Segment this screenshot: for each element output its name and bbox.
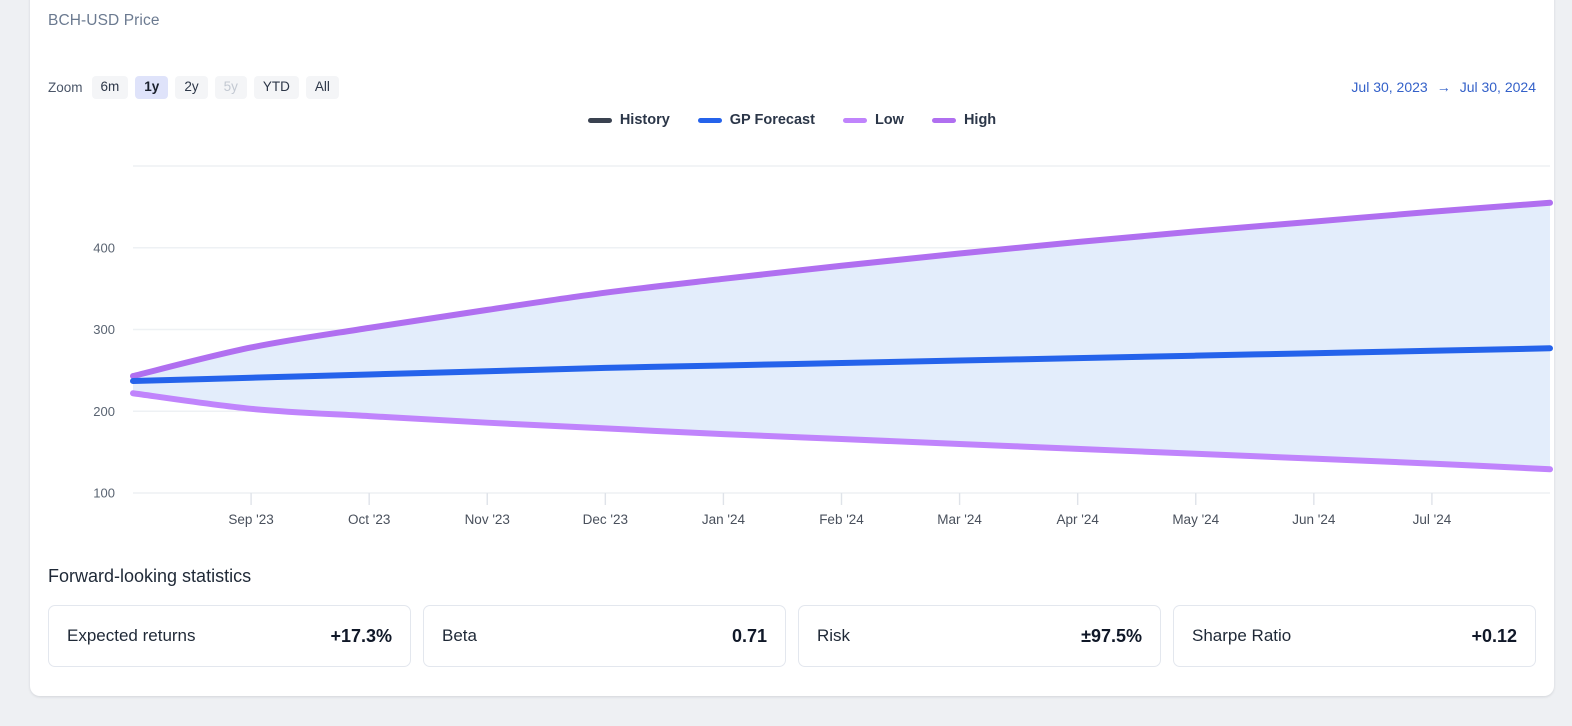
legend-label-high: High — [963, 112, 997, 128]
legend-item-gp-forecast[interactable]: GP Forecast — [697, 112, 815, 128]
zoom-button-6m[interactable]: 6m — [91, 76, 129, 99]
legend-item-history[interactable]: History — [587, 112, 670, 128]
stat-value-expected-returns: +17.3% — [330, 625, 392, 646]
svg-text:Oct '23: Oct '23 — [348, 512, 390, 527]
svg-text:Apr '24: Apr '24 — [1056, 512, 1099, 527]
zoom-button-group: Zoom 6m 1y 2y 5y YTD All — [48, 76, 339, 99]
svg-text:Dec '23: Dec '23 — [583, 512, 628, 527]
page-title: BCH-USD Price — [48, 12, 160, 29]
x-axis-ticks: Sep '23 Oct '23 Nov '23 Dec '23 Jan '24 Feb '… — [228, 493, 1452, 527]
svg-text:Jul '24: Jul '24 — [1413, 512, 1452, 527]
price-forecast-chart[interactable]: 100 200 300 400 Sep '23 Oct '23 Nov '23 Dec '2… — [30, 141, 1554, 551]
svg-text:Jan '24: Jan '24 — [702, 512, 746, 527]
svg-text:Nov '23: Nov '23 — [465, 512, 510, 527]
svg-text:100: 100 — [93, 486, 115, 501]
stats-heading: Forward-looking statistics — [48, 566, 252, 586]
legend-item-low[interactable]: Low — [842, 112, 904, 128]
stats-card-row: Expected returns +17.3% Beta 0.71 Risk ±… — [48, 605, 1536, 667]
confidence-band — [133, 202, 1550, 470]
range-toolbar: Zoom 6m 1y 2y 5y YTD All Jul 30, 2023 → Ju… — [48, 76, 1536, 102]
zoom-label: Zoom — [48, 79, 83, 95]
zoom-button-1y[interactable]: 1y — [135, 76, 169, 99]
date-range-end[interactable]: Jul 30, 2024 — [1460, 79, 1536, 95]
stat-card-risk[interactable]: Risk ±97.5% — [798, 605, 1161, 667]
legend-swatch-high — [931, 117, 956, 123]
svg-text:Mar '24: Mar '24 — [937, 512, 982, 527]
legend-swatch-gp-forecast — [697, 117, 722, 123]
svg-text:May '24: May '24 — [1172, 512, 1219, 527]
svg-text:Feb '24: Feb '24 — [819, 512, 864, 527]
stat-label-risk: Risk — [817, 626, 851, 645]
stat-label-beta: Beta — [442, 626, 477, 645]
stat-card-expected-returns[interactable]: Expected returns +17.3% — [48, 605, 411, 667]
y-axis-ticks: 100 200 300 400 — [93, 240, 115, 500]
legend-item-high[interactable]: High — [931, 112, 997, 128]
zoom-button-ytd[interactable]: YTD — [253, 76, 299, 99]
legend-label-low: Low — [874, 112, 904, 128]
svg-text:Jun '24: Jun '24 — [1292, 512, 1336, 527]
chart-svg: 100 200 300 400 Sep '23 Oct '23 Nov '23 Dec '2… — [93, 165, 1553, 527]
stat-card-beta[interactable]: Beta 0.71 — [423, 605, 786, 667]
forecast-panel: BCH-USD Price Zoom 6m 1y 2y 5y YTD All J… — [30, 0, 1554, 696]
date-range-start[interactable]: Jul 30, 2023 — [1351, 79, 1427, 95]
svg-text:Sep '23: Sep '23 — [228, 512, 273, 527]
zoom-button-all[interactable]: All — [305, 76, 339, 99]
date-range: Jul 30, 2023 → Jul 30, 2024 — [1351, 79, 1536, 95]
svg-text:400: 400 — [93, 240, 115, 255]
date-range-arrow-icon: → — [1436, 79, 1451, 95]
stat-value-sharpe-ratio: +0.12 — [1471, 625, 1517, 646]
svg-text:200: 200 — [93, 404, 115, 419]
stat-value-risk: ±97.5% — [1081, 625, 1142, 646]
legend-label-history: History — [619, 112, 670, 128]
stat-label-expected-returns: Expected returns — [67, 626, 196, 645]
svg-text:300: 300 — [93, 322, 115, 337]
chart-legend: History GP Forecast Low High — [30, 112, 1554, 128]
legend-label-gp-forecast: GP Forecast — [729, 112, 815, 128]
stat-value-beta: 0.71 — [731, 625, 767, 646]
zoom-button-2y[interactable]: 2y — [175, 76, 208, 99]
legend-swatch-low — [842, 117, 867, 123]
zoom-button-5y: 5y — [214, 76, 247, 99]
stat-card-sharpe-ratio[interactable]: Sharpe Ratio +0.12 — [1173, 605, 1536, 667]
legend-swatch-history — [587, 117, 612, 123]
stat-label-sharpe-ratio: Sharpe Ratio — [1192, 626, 1292, 645]
